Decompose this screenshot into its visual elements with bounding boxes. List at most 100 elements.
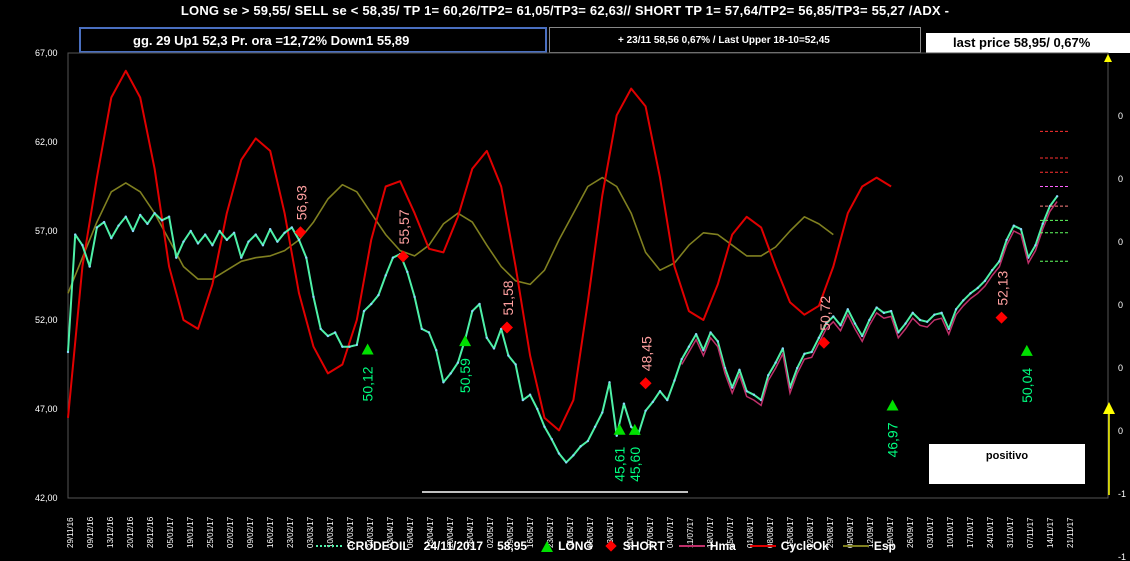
x-tick-label: 07/11/17 (1026, 517, 1035, 548)
x-tick-label: 13/12/16 (106, 516, 115, 548)
price-point (1012, 224, 1016, 227)
legend-hma: Hma (678, 539, 736, 553)
price-point (478, 302, 481, 306)
price-point (131, 229, 135, 233)
price-point (644, 409, 647, 412)
price-point (95, 226, 99, 229)
x-tick-label: 25/01/17 (206, 516, 215, 548)
price-point (702, 349, 705, 352)
price-point (969, 292, 972, 295)
price-point (276, 240, 279, 243)
price-point (536, 407, 539, 411)
right-tick-label: 0 (1118, 426, 1123, 436)
price-point (731, 386, 734, 389)
x-tick-label: 14/11/17 (1046, 517, 1055, 548)
legend-short-label: SHORT (622, 539, 665, 553)
short-value-label: 56,93 (293, 185, 309, 220)
legend-crude-line-icon (316, 545, 342, 547)
price-point (348, 345, 351, 348)
price-point (247, 240, 250, 243)
legend-hma-line-icon (678, 545, 705, 547)
price-point (370, 302, 373, 306)
price-point (124, 215, 127, 218)
price-point (709, 331, 712, 334)
price-point (326, 334, 330, 338)
short-diamond-icon (605, 540, 617, 552)
price-point (586, 439, 590, 443)
x-tick-label: 09/02/17 (246, 516, 255, 548)
price-point (738, 368, 741, 372)
price-point (420, 327, 423, 331)
x-tick-label: 20/12/16 (126, 516, 135, 548)
y-tick-label: 62,00 (35, 137, 58, 147)
price-point (954, 308, 958, 311)
price-point (146, 222, 149, 226)
legend-cycle: CycleOk (749, 539, 829, 553)
price-point (225, 238, 229, 242)
price-point (593, 425, 597, 428)
x-tick-label: 16/02/17 (266, 516, 275, 548)
price-point (240, 256, 243, 259)
price-point (74, 233, 77, 236)
legend-crude: CRUDEOIL (316, 539, 410, 553)
price-point (680, 357, 683, 361)
price-point (427, 331, 431, 334)
x-tick-label: 29/11/16 (66, 517, 75, 548)
price-point (175, 256, 178, 259)
right-tick-label: 0 (1118, 237, 1123, 247)
long-value-label: 45,61 (612, 446, 628, 481)
x-tick-label: 23/02/17 (286, 516, 295, 548)
legend-cycle-label: CycleOk (780, 539, 829, 553)
price-point (283, 231, 286, 234)
long-value-label: 50,59 (457, 358, 473, 393)
x-tick-label: 03/03/17 (306, 516, 315, 548)
price-point (449, 372, 452, 375)
price-point (861, 334, 864, 338)
x-tick-label: 21/11/17 (1066, 517, 1075, 548)
x-tick-label: 03/10/17 (926, 516, 935, 548)
price-point (933, 313, 936, 316)
price-point (355, 343, 358, 347)
x-tick-label: 05/01/17 (166, 516, 175, 548)
price-point (485, 336, 488, 339)
legend-date: 24/11/2017 (423, 539, 484, 553)
long-value-label: 45,60 (627, 447, 643, 482)
y-tick-label: 42,00 (35, 493, 58, 503)
price-point (752, 393, 756, 396)
long-value-label: 46,97 (885, 422, 901, 457)
x-tick-label: 24/10/17 (986, 516, 995, 548)
price-point (160, 219, 164, 222)
price-point (333, 331, 337, 334)
price-point (110, 236, 113, 240)
x-tick-label: 28/12/16 (146, 516, 155, 548)
price-point (666, 398, 669, 402)
price-point (406, 270, 409, 274)
price-point (362, 309, 366, 313)
price-point (557, 452, 561, 455)
price-point (550, 438, 553, 441)
legend-short: SHORT (605, 539, 665, 553)
legend-cycle-line-icon (749, 545, 776, 547)
price-point (528, 393, 532, 396)
short-value-label: 50,72 (817, 296, 833, 331)
price-point (211, 244, 214, 247)
right-tick-label: -1 (1118, 552, 1126, 561)
price-point (781, 347, 784, 350)
x-tick-label: 10/10/17 (946, 516, 955, 548)
price-point (167, 215, 171, 218)
price-point (716, 340, 719, 343)
price-point (254, 233, 257, 236)
price-point (521, 398, 525, 402)
price-point (319, 327, 322, 331)
price-point (651, 400, 655, 404)
price-point (384, 274, 387, 277)
price-point (1055, 195, 1059, 198)
legend: CRUDEOIL 24/11/2017 58,95 LONG SHORT Hma… (316, 538, 910, 554)
price-point (622, 402, 626, 405)
x-tick-label: 19/01/17 (186, 516, 195, 548)
price-point (976, 286, 979, 290)
y-tick-label: 67,00 (35, 48, 58, 58)
price-point (868, 318, 871, 322)
price-point (312, 295, 315, 299)
price-point (673, 379, 676, 382)
